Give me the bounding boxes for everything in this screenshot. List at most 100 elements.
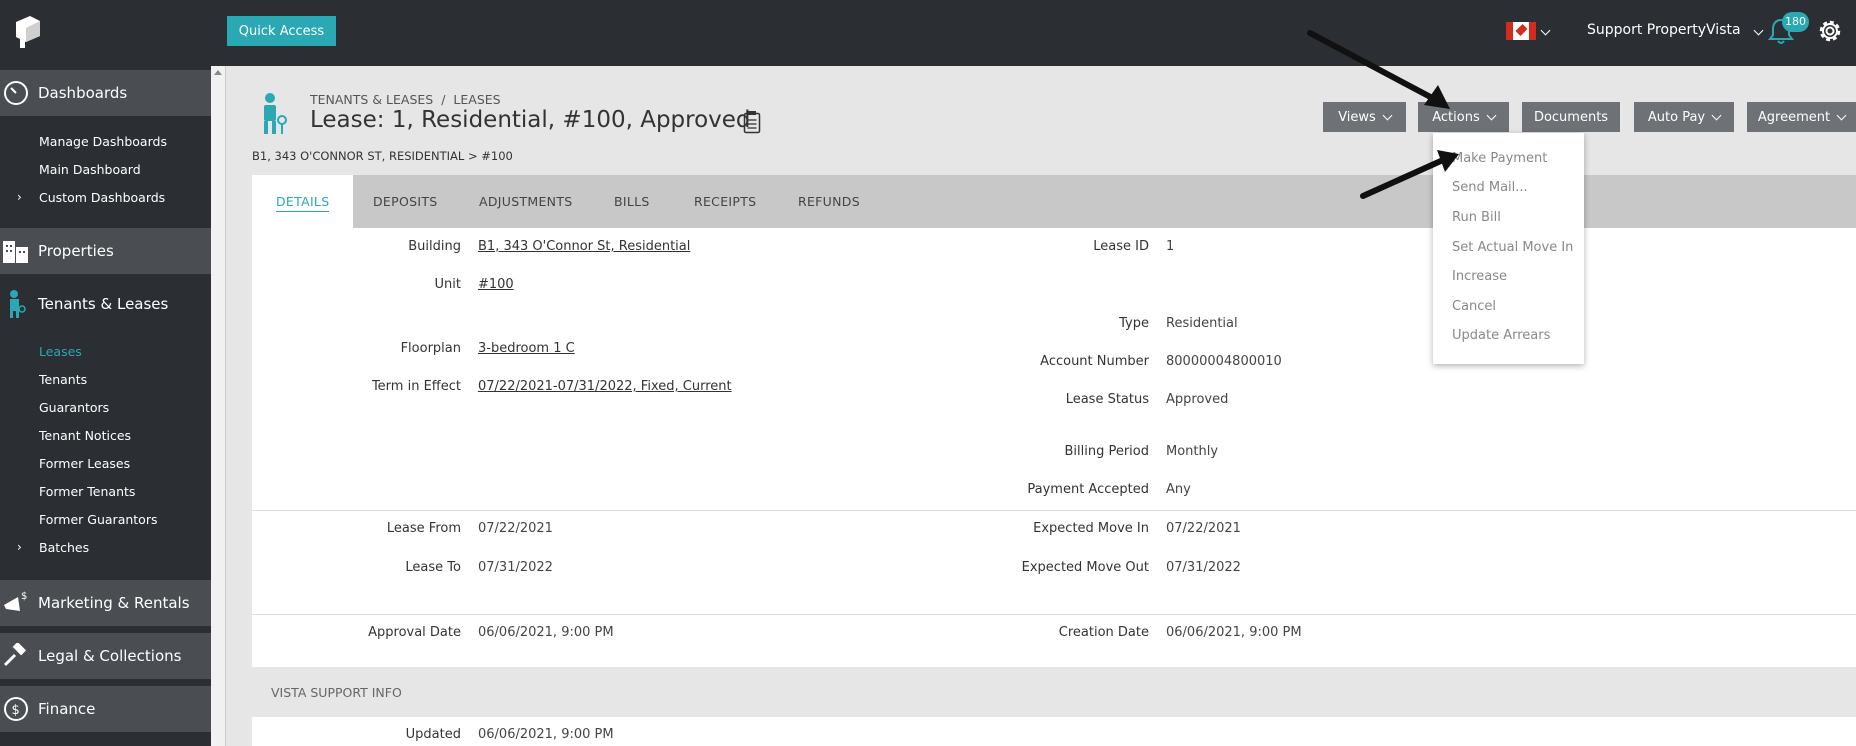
chevron-right-icon[interactable]: › bbox=[17, 190, 22, 204]
sidebar: Dashboards Manage Dashboards Main Dashbo… bbox=[0, 66, 211, 746]
chevron-right-icon[interactable]: › bbox=[17, 540, 22, 554]
nav-section-label: Dashboards bbox=[38, 84, 128, 102]
chevron-down-icon bbox=[1711, 110, 1722, 120]
sidebar-item-leases[interactable]: Leases bbox=[39, 344, 82, 359]
nav-section-properties[interactable]: Properties bbox=[0, 228, 211, 274]
auto-pay-button[interactable]: Auto Pay bbox=[1634, 102, 1734, 132]
nav-section-marketing-rentals[interactable]: $ Marketing & Rentals bbox=[0, 580, 211, 626]
building-label: Building bbox=[408, 239, 461, 254]
sidebar-item-tenants[interactable]: Tenants bbox=[39, 372, 87, 387]
lease-to-label: Lease To bbox=[405, 560, 461, 575]
menu-item-increase[interactable]: Increase bbox=[1452, 269, 1507, 284]
clipboard-icon[interactable] bbox=[743, 110, 761, 134]
top-bar: Quick Access Support PropertyVista 180 bbox=[0, 0, 1856, 66]
updated-label: Updated bbox=[405, 727, 461, 742]
breadcrumb-tenants-leases[interactable]: TENANTS & LEASES bbox=[310, 92, 433, 107]
gavel-icon bbox=[2, 642, 30, 670]
agreement-button[interactable]: Agreement bbox=[1747, 102, 1856, 132]
menu-item-make-payment[interactable]: Make Payment bbox=[1452, 151, 1547, 166]
quick-access-button[interactable]: Quick Access bbox=[227, 16, 336, 46]
nav-section-label: Finance bbox=[38, 700, 96, 718]
lease-id-value: 1 bbox=[1166, 239, 1175, 254]
sidebar-item-custom-dashboards[interactable]: Custom Dashboards bbox=[39, 190, 165, 205]
sidebar-item-former-leases[interactable]: Former Leases bbox=[39, 456, 130, 471]
user-name: Support PropertyVista bbox=[1587, 22, 1741, 38]
payment-accepted-label: Payment Accepted bbox=[1027, 482, 1149, 497]
creation-date-value: 06/06/2021, 9:00 PM bbox=[1166, 625, 1302, 640]
floorplan-link[interactable]: 3-bedroom 1 C bbox=[478, 341, 575, 356]
menu-item-cancel[interactable]: Cancel bbox=[1452, 299, 1496, 314]
tenant-key-icon bbox=[264, 93, 287, 134]
breadcrumb: TENANTS & LEASES / LEASES bbox=[310, 92, 501, 107]
megaphone-icon: $ bbox=[2, 589, 30, 617]
nav-section-label: Tenants & Leases bbox=[38, 295, 169, 313]
account-number-value: 80000004800010 bbox=[1166, 354, 1282, 369]
tab-deposits[interactable]: DEPOSITS bbox=[373, 175, 438, 228]
vista-support-info-title: VISTA SUPPORT INFO bbox=[271, 685, 402, 700]
tab-receipts[interactable]: RECEIPTS bbox=[694, 175, 756, 228]
lease-from-label: Lease From bbox=[386, 521, 461, 536]
nav-section-legal-collections[interactable]: Legal & Collections bbox=[0, 633, 211, 679]
sidebar-item-manage-dashboards[interactable]: Manage Dashboards bbox=[39, 134, 167, 149]
breadcrumb-separator: / bbox=[441, 92, 446, 107]
app-logo-icon[interactable] bbox=[12, 12, 42, 52]
term-link[interactable]: 07/22/2021-07/31/2022, Fixed, Current bbox=[478, 379, 732, 394]
svg-text:$: $ bbox=[21, 591, 27, 602]
approval-date-label: Approval Date bbox=[368, 625, 461, 640]
lease-from-value: 07/22/2021 bbox=[478, 521, 553, 536]
dollar-icon: $ bbox=[2, 695, 30, 723]
nav-section-label: Marketing & Rentals bbox=[38, 594, 190, 612]
unit-label: Unit bbox=[434, 277, 461, 292]
gear-icon[interactable] bbox=[1815, 16, 1845, 46]
chevron-down-icon[interactable] bbox=[1540, 22, 1551, 38]
menu-item-set-actual-move-in[interactable]: Set Actual Move In bbox=[1452, 240, 1573, 255]
nav-section-tenants-leases[interactable]: Tenants & Leases bbox=[0, 281, 211, 327]
divider bbox=[252, 510, 1856, 511]
lease-id-label: Lease ID bbox=[1093, 239, 1149, 254]
menu-item-run-bill[interactable]: Run Bill bbox=[1452, 210, 1501, 225]
type-value: Residential bbox=[1166, 316, 1238, 331]
unit-link[interactable]: #100 bbox=[478, 277, 514, 292]
billing-period-value: Monthly bbox=[1166, 444, 1219, 459]
expected-move-in-label: Expected Move In bbox=[1033, 521, 1149, 536]
user-menu[interactable]: Support PropertyVista bbox=[1587, 22, 1764, 38]
documents-button[interactable]: Documents bbox=[1522, 102, 1620, 132]
sidebar-item-main-dashboard[interactable]: Main Dashboard bbox=[39, 162, 141, 177]
scroll-up-icon[interactable] bbox=[214, 70, 222, 75]
type-label: Type bbox=[1119, 316, 1149, 331]
building-link[interactable]: B1, 343 O'Connor St, Residential bbox=[478, 239, 690, 254]
breadcrumb-leases[interactable]: LEASES bbox=[453, 92, 500, 107]
building-icon bbox=[2, 237, 30, 265]
sidebar-item-guarantors[interactable]: Guarantors bbox=[39, 400, 109, 415]
sidebar-item-former-tenants[interactable]: Former Tenants bbox=[39, 484, 135, 499]
sidebar-scrollbar[interactable] bbox=[211, 66, 226, 746]
lease-status-value: Approved bbox=[1166, 392, 1229, 407]
lease-to-value: 07/31/2022 bbox=[478, 560, 553, 575]
details-panel bbox=[252, 228, 1856, 667]
svg-text:$: $ bbox=[12, 703, 20, 718]
tab-refunds[interactable]: REFUNDS bbox=[798, 175, 860, 228]
unit-breadcrumb[interactable]: B1, 343 O'CONNOR ST, RESIDENTIAL > #100 bbox=[252, 149, 513, 163]
menu-item-update-arrears[interactable]: Update Arrears bbox=[1452, 328, 1550, 343]
floorplan-label: Floorplan bbox=[400, 341, 461, 356]
sidebar-item-tenant-notices[interactable]: Tenant Notices bbox=[39, 428, 131, 443]
gauge-icon bbox=[2, 79, 30, 107]
chevron-down-icon bbox=[1836, 110, 1847, 120]
page-title: Lease: 1, Residential, #100, Approved bbox=[310, 107, 751, 133]
tab-bills[interactable]: BILLS bbox=[614, 175, 650, 228]
tab-adjustments[interactable]: ADJUSTMENTS bbox=[479, 175, 573, 228]
sidebar-item-batches[interactable]: Batches bbox=[39, 540, 89, 555]
expected-move-in-value: 07/22/2021 bbox=[1166, 521, 1241, 536]
nav-section-dashboards[interactable]: Dashboards bbox=[0, 70, 211, 116]
chevron-down-icon bbox=[1486, 110, 1497, 120]
tab-details[interactable]: DETAILS bbox=[252, 175, 354, 228]
approval-date-value: 06/06/2021, 9:00 PM bbox=[478, 625, 614, 640]
updated-value: 06/06/2021, 9:00 PM bbox=[478, 727, 614, 742]
annotation-arrow-icon bbox=[1307, 30, 1450, 109]
canada-flag-icon[interactable] bbox=[1506, 22, 1536, 40]
sidebar-item-former-guarantors[interactable]: Former Guarantors bbox=[39, 512, 157, 527]
vista-support-info-header bbox=[252, 667, 1856, 717]
divider bbox=[252, 614, 1856, 615]
nav-section-finance[interactable]: $ Finance bbox=[0, 686, 211, 732]
lease-status-label: Lease Status bbox=[1065, 392, 1149, 407]
